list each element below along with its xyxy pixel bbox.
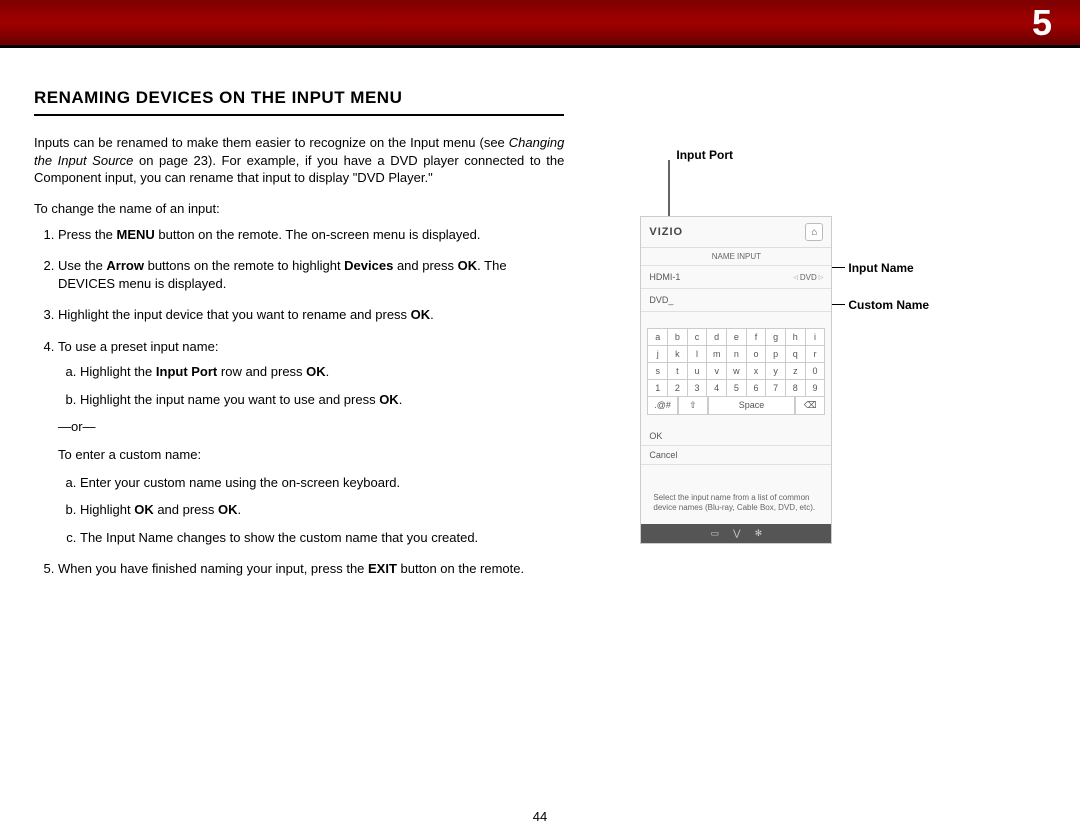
key-q[interactable]: q [785,346,805,363]
step-4: To use a preset input name: Highlight th… [58,338,564,546]
key-u[interactable]: u [687,363,707,380]
lead-line: To change the name of an input: [34,201,564,216]
step-2: Use the Arrow buttons on the remote to h… [58,257,564,292]
onscreen-keyboard: abcdefghi jklmnopqr stuvwxyz0 123456789 .@#… [641,312,831,421]
key-s[interactable]: s [648,363,668,380]
key-c[interactable]: c [687,329,707,346]
key-g[interactable]: g [766,329,786,346]
key-1[interactable]: 1 [648,380,668,397]
key-o[interactable]: o [746,346,766,363]
key-f[interactable]: f [746,329,766,346]
key-i[interactable]: i [805,329,825,346]
osd-title: NAME INPUT [641,248,831,266]
key-w[interactable]: w [727,363,747,380]
step-custom-c: The Input Name changes to show the custo… [80,529,564,547]
chapter-number: 5 [1032,2,1052,44]
callout-input-port: Input Port [676,148,733,162]
key-a[interactable]: a [648,329,668,346]
key-b[interactable]: b [668,329,688,346]
key-z[interactable]: z [785,363,805,380]
home-icon[interactable]: ⌂ [805,223,823,241]
step-4b: Highlight the input name you want to use… [80,391,564,409]
cancel-button[interactable]: Cancel [641,446,831,465]
custom-value: DVD_ [649,295,673,305]
brand-logo: VIZIO [649,226,683,238]
step-5: When you have finished naming your input… [58,560,564,578]
wide-icon[interactable]: ▭ [711,528,720,539]
instruction-column: RENAMING DEVICES ON THE INPUT MENU Input… [34,88,564,592]
key-y[interactable]: y [766,363,786,380]
key-x[interactable]: x [746,363,766,380]
key-h[interactable]: h [785,329,805,346]
key-v[interactable]: v [707,363,727,380]
key-8[interactable]: 8 [785,380,805,397]
left-arrow-icon[interactable]: ◁ [793,274,798,281]
step-custom-b: Highlight OK and press OK. [80,501,564,519]
or-divider: —or— [58,418,564,436]
step-custom-a: Enter your custom name using the on-scre… [80,474,564,492]
key-0[interactable]: 0 [805,363,825,380]
page-number: 44 [0,809,1080,824]
callout-input-name: Input Name [848,261,913,275]
key-symbols[interactable]: .@# [647,397,677,415]
key-5[interactable]: 5 [727,380,747,397]
key-4[interactable]: 4 [707,380,727,397]
step-1: Press the MENU button on the remote. The… [58,226,564,244]
key-7[interactable]: 7 [766,380,786,397]
key-n[interactable]: n [727,346,747,363]
intro-paragraph: Inputs can be renamed to make them easie… [34,134,564,187]
key-9[interactable]: 9 [805,380,825,397]
key-delete[interactable]: ⌫ [795,397,825,415]
section-heading: RENAMING DEVICES ON THE INPUT MENU [34,88,564,116]
diagram-column: Input Port Input Name Custom Name VIZIO … [602,88,1046,592]
custom-name-row[interactable]: DVD_ [641,289,831,312]
port-value: DVD [800,273,817,282]
key-l[interactable]: l [687,346,707,363]
step-4a: Highlight the Input Port row and press O… [80,363,564,381]
key-r[interactable]: r [805,346,825,363]
key-m[interactable]: m [707,346,727,363]
key-d[interactable]: d [707,329,727,346]
key-p[interactable]: p [766,346,786,363]
down-icon[interactable]: ⋁ [733,528,740,539]
osd-footer-bar: ▭ ⋁ ✻ [641,524,831,543]
port-label: HDMI-1 [649,272,680,282]
osd-panel: VIZIO ⌂ NAME INPUT HDMI-1 ◁ DVD ▷ DVD_ a… [640,216,832,544]
help-text: Select the input name from a list of com… [641,471,831,524]
key-space[interactable]: Space [708,397,795,415]
input-port-row[interactable]: HDMI-1 ◁ DVD ▷ [641,266,831,289]
key-3[interactable]: 3 [687,380,707,397]
ok-button[interactable]: OK [641,427,831,446]
key-shift[interactable]: ⇧ [678,397,708,415]
settings-icon[interactable]: ✻ [755,528,763,539]
step-3: Highlight the input device that you want… [58,306,564,324]
key-2[interactable]: 2 [668,380,688,397]
key-t[interactable]: t [668,363,688,380]
chapter-banner: 5 [0,0,1080,48]
key-e[interactable]: e [727,329,747,346]
callout-custom-name: Custom Name [848,298,929,312]
key-k[interactable]: k [668,346,688,363]
right-arrow-icon[interactable]: ▷ [819,274,824,281]
custom-lead: To enter a custom name: [58,446,564,464]
key-j[interactable]: j [648,346,668,363]
key-6[interactable]: 6 [746,380,766,397]
